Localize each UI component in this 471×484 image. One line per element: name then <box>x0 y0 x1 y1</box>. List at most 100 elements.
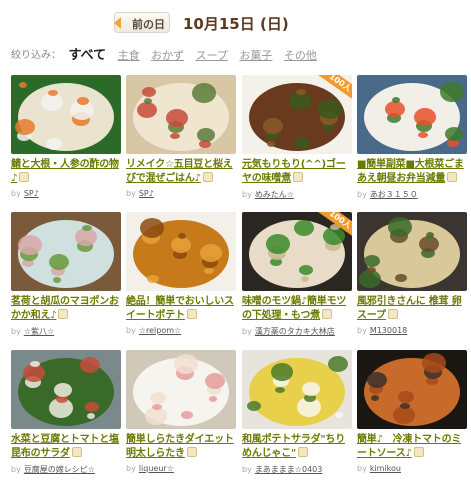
filter-side-dish[interactable]: おかず <box>151 49 184 62</box>
tsukurepo-hand-icon <box>447 172 458 182</box>
recipe-title-link[interactable]: 和風ポテトサラダ"ちりめんじゃこ" <box>242 433 352 461</box>
date-navigation: 前の日 10月15日 (日) <box>0 10 471 36</box>
recipe-photo[interactable] <box>357 350 467 429</box>
recipe-author: by kimikou <box>357 464 467 473</box>
recipe-card[interactable]: 鯖と大根・人参の酢の物♪ by SP♪ <box>11 75 121 198</box>
recipe-card[interactable]: 風邪引きさんに 椎茸 卵スープ by M130018 <box>357 212 467 335</box>
filter-other[interactable]: その他 <box>284 49 317 62</box>
tsukurepo-hand-icon <box>387 309 398 319</box>
recipe-title-link[interactable]: 風邪引きさんに 椎茸 卵スープ <box>357 295 467 323</box>
recipe-photo[interactable] <box>11 75 121 154</box>
by-label: by <box>126 189 136 198</box>
recipe-photo[interactable]: 100人 <box>242 212 352 291</box>
filter-staple[interactable]: 主食 <box>118 49 140 62</box>
filter-label: 絞り込み： <box>11 50 61 61</box>
by-label: by <box>357 190 367 199</box>
recipe-card[interactable]: 100人元気もりもり(^^)ゴーヤの味噌煮 by めみたん☆ <box>242 75 352 200</box>
author-name-link[interactable]: あお３１５０ <box>370 190 418 199</box>
recipe-card[interactable]: リメイク☆五目豆と桜えびで混ぜごはん♪ by SP♪ <box>126 75 236 198</box>
recipe-photo[interactable] <box>242 350 352 429</box>
recipe-author: by まあままま☆0403 <box>242 464 352 475</box>
recipe-title-link[interactable]: 鯖と大根・人参の酢の物♪ <box>11 158 121 186</box>
author-name-link[interactable]: SP♪ <box>24 189 39 198</box>
by-label: by <box>242 465 252 474</box>
recipe-card[interactable]: 簡単♪ 冷凍トマトのミートソース♪ by kimikou <box>357 350 467 473</box>
author-name-link[interactable]: liqueur☆ <box>139 464 174 473</box>
recipe-title-link[interactable]: 簡単♪ 冷凍トマトのミートソース♪ <box>357 433 467 461</box>
tsukurepo-hand-icon <box>298 447 309 457</box>
recipe-title-link[interactable]: 茗荷と胡瓜のマヨポンおかか和え♪ <box>11 295 121 323</box>
tsukurepo-hand-icon <box>186 447 197 457</box>
author-name-link[interactable]: SP♪ <box>139 189 154 198</box>
recipe-author: by めみたん☆ <box>242 189 352 200</box>
recipe-title-link[interactable]: 元気もりもり(^^)ゴーヤの味噌煮 <box>242 158 352 186</box>
category-filter: 絞り込み： すべて 主食 おかず スープ お菓子 その他 <box>11 44 325 63</box>
recipe-title-text[interactable]: 風邪引きさんに 椎茸 卵スープ <box>357 296 462 321</box>
recipe-title-link[interactable]: 簡単しらたきダイエット明太しらたき <box>126 433 236 461</box>
tsukurepo-hand-icon <box>293 172 303 182</box>
tsukurepo-hand-icon <box>186 309 197 319</box>
page-title-date: 10月15日 (日) <box>183 15 289 33</box>
tsukurepo-hand-icon <box>19 172 30 182</box>
tsukurepo-hand-icon <box>71 447 82 457</box>
recipe-photo[interactable] <box>126 350 236 429</box>
recipe-title-link[interactable]: 水菜と豆腐とトマトと塩昆布のサラダ <box>11 433 121 461</box>
recipe-title-link[interactable]: 絶品！簡単でおいしいスイートポテト <box>126 295 236 323</box>
by-label: by <box>11 465 21 474</box>
recipe-author: by ☆relpom☆ <box>126 326 236 335</box>
previous-day-label: 前の日 <box>132 18 165 31</box>
recipe-card[interactable]: 茗荷と胡瓜のマヨポンおかか和え♪ by ☆紫八☆ <box>11 212 121 337</box>
recipe-card[interactable]: ■簡単副菜■大根菜ごまあえ朝昼お弁当減量 by あお３１５０ <box>357 75 467 200</box>
recipe-photo[interactable] <box>126 75 236 154</box>
recipe-photo[interactable] <box>11 350 121 429</box>
by-label: by <box>242 327 252 336</box>
recipe-photo[interactable]: 100人 <box>242 75 352 154</box>
by-label: by <box>11 327 21 336</box>
by-label: by <box>126 464 136 473</box>
recipe-author: by 豆腐屋の嫁レシピ☆ <box>11 464 121 475</box>
recipe-title-text[interactable]: 和風ポテトサラダ"ちりめんじゃこ" <box>242 434 345 459</box>
by-label: by <box>11 189 21 198</box>
author-name-link[interactable]: 漢方薬のタカキ大林店 <box>255 327 335 336</box>
tsukurepo-hand-icon <box>58 309 69 319</box>
tsukurepo-hand-icon <box>322 309 332 319</box>
recipe-title-text[interactable]: 簡単♪ 冷凍トマトのミートソース♪ <box>357 434 461 459</box>
by-label: by <box>357 464 367 473</box>
author-name-link[interactable]: まあままま☆0403 <box>255 465 323 474</box>
author-name-link[interactable]: ☆relpom☆ <box>139 326 181 335</box>
author-name-link[interactable]: 豆腐屋の嫁レシピ☆ <box>24 465 95 474</box>
filter-soup[interactable]: スープ <box>196 49 228 62</box>
filter-sweets[interactable]: お菓子 <box>239 49 272 62</box>
recipe-title-link[interactable]: 味噌のモツ鍋♪簡単モツの下処理・もつ煮 <box>242 295 352 323</box>
recipe-card[interactable]: 簡単しらたきダイエット明太しらたき by liqueur☆ <box>126 350 236 473</box>
recipe-author: by M130018 <box>357 326 467 335</box>
recipe-author: by SP♪ <box>126 189 236 198</box>
recipe-card[interactable]: 水菜と豆腐とトマトと塩昆布のサラダ by 豆腐屋の嫁レシピ☆ <box>11 350 121 475</box>
author-name-link[interactable]: M130018 <box>370 326 407 335</box>
recipe-title-text[interactable]: 絶品！簡単でおいしいスイートポテト <box>126 296 234 321</box>
recipe-photo[interactable] <box>357 75 467 154</box>
recipe-title-text[interactable]: 簡単しらたきダイエット明太しらたき <box>126 434 234 459</box>
author-name-link[interactable]: kimikou <box>370 464 401 473</box>
recipe-photo[interactable] <box>11 212 121 291</box>
by-label: by <box>126 326 136 335</box>
recipe-author: by ☆紫八☆ <box>11 326 121 337</box>
left-arrow-icon <box>114 17 121 29</box>
filter-all[interactable]: すべて <box>69 48 107 63</box>
tsukurepo-hand-icon <box>413 447 424 457</box>
recipe-photo[interactable] <box>126 212 236 291</box>
recipe-photo[interactable] <box>357 212 467 291</box>
author-name-link[interactable]: ☆紫八☆ <box>24 327 54 336</box>
recipe-author: by liqueur☆ <box>126 464 236 473</box>
by-label: by <box>357 326 367 335</box>
recipe-title-link[interactable]: リメイク☆五目豆と桜えびで混ぜごはん♪ <box>126 158 236 186</box>
recipe-title-text[interactable]: リメイク☆五目豆と桜えびで混ぜごはん♪ <box>126 159 233 184</box>
recipe-title-link[interactable]: ■簡単副菜■大根菜ごまあえ朝昼お弁当減量 <box>357 158 467 186</box>
recipe-author: by あお３１５０ <box>357 189 467 200</box>
recipe-card[interactable]: 和風ポテトサラダ"ちりめんじゃこ" by まあままま☆0403 <box>242 350 352 475</box>
previous-day-button[interactable]: 前の日 <box>114 12 170 33</box>
recipe-card[interactable]: 絶品！簡単でおいしいスイートポテト by ☆relpom☆ <box>126 212 236 335</box>
recipe-card[interactable]: 100人味噌のモツ鍋♪簡単モツの下処理・もつ煮 by 漢方薬のタカキ大林店 <box>242 212 352 337</box>
author-name-link[interactable]: めみたん☆ <box>255 190 294 199</box>
recipe-title-text[interactable]: 水菜と豆腐とトマトと塩昆布のサラダ <box>11 434 119 459</box>
